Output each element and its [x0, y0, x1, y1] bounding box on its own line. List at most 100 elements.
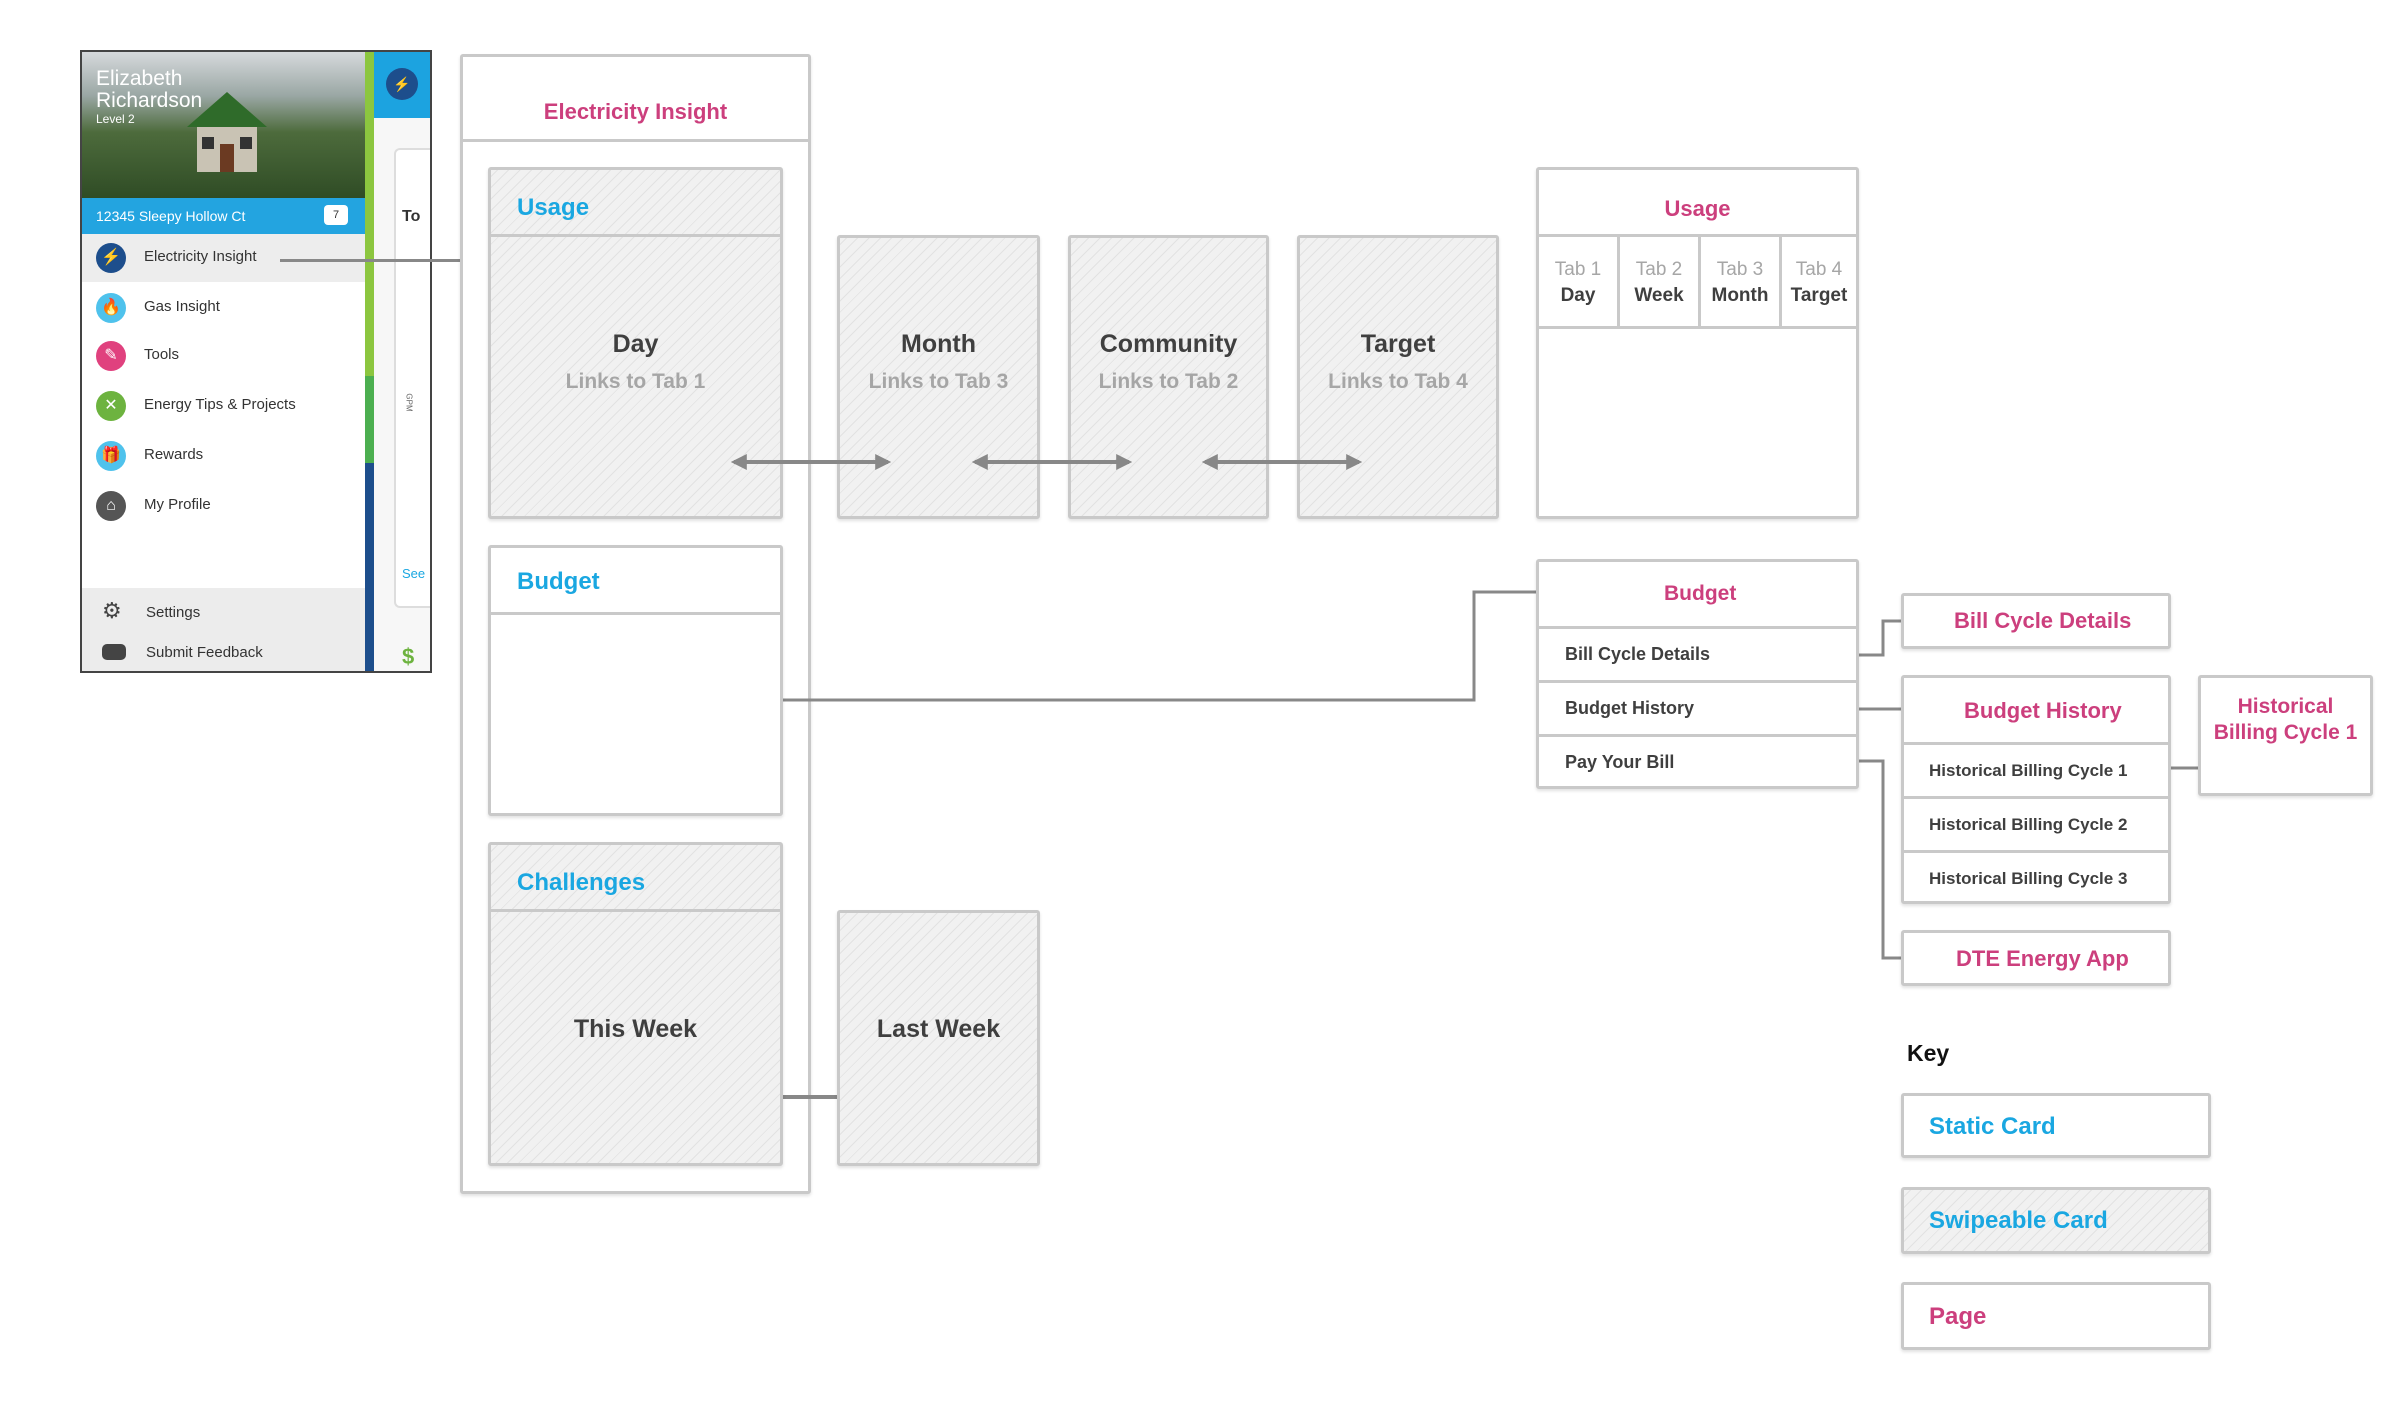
home-icon: ⌂: [96, 491, 126, 521]
key-static-card: Static Card: [1901, 1093, 2211, 1158]
menu-item-my-profile[interactable]: ⌂ My Profile: [82, 482, 365, 530]
target-card[interactable]: Target Links to Tab 4: [1297, 235, 1499, 519]
tab-3[interactable]: Tab 3 Month: [1701, 237, 1782, 326]
gauge-label: GPM: [404, 393, 414, 412]
tab-2[interactable]: Tab 2 Week: [1620, 237, 1701, 326]
budget-row-bill-cycle[interactable]: Bill Cycle Details: [1539, 626, 1856, 683]
menu-item-energy-tips[interactable]: ✕ Energy Tips & Projects: [82, 382, 365, 430]
key-label: Page: [1929, 1303, 1987, 1330]
menu-item-label: Electricity Insight: [144, 248, 257, 265]
budget-history-page: Budget History Historical Billing Cycle …: [1901, 675, 2171, 904]
flame-icon: 🔥: [96, 293, 126, 323]
see-link[interactable]: See: [402, 566, 425, 581]
day-card-link[interactable]: Links to Tab 1: [491, 370, 780, 394]
tools-icon: ✕: [96, 391, 126, 421]
menu-item-electricity-insight[interactable]: ⚡ Electricity Insight: [82, 234, 365, 282]
month-card[interactable]: Month Links to Tab 3: [837, 235, 1040, 519]
row-label: Historical Billing Cycle 1: [1929, 761, 2128, 780]
history-row-3[interactable]: Historical Billing Cycle 3: [1904, 850, 2168, 904]
page-title: Budget History: [1964, 698, 2122, 723]
phone-menu-screenshot: Elizabeth Richardson Level 2 12345 Sleep…: [80, 50, 432, 673]
dte-energy-app-page: DTE Energy App: [1901, 930, 2171, 986]
speech-bubble-icon: [102, 644, 126, 660]
historical-billing-cycle-page: Historical Billing Cycle 1: [2198, 675, 2373, 796]
card-link[interactable]: Links to Tab 2: [1071, 370, 1266, 394]
row-label: Historical Billing Cycle 2: [1929, 815, 2128, 834]
menu-footer: ⚙ Settings Submit Feedback: [82, 588, 365, 671]
key-label: Static Card: [1929, 1113, 2056, 1140]
tab-label: Month: [1711, 285, 1769, 306]
bill-cycle-details-page: Bill Cycle Details: [1901, 593, 2171, 649]
budget-page: Budget Bill Cycle Details Budget History…: [1536, 559, 1859, 789]
card-link[interactable]: Links to Tab 3: [840, 370, 1037, 394]
divider: [491, 612, 780, 615]
row-label: Historical Billing Cycle 3: [1929, 869, 2128, 888]
page-title: Bill Cycle Details: [1954, 608, 2132, 633]
tab-number: Tab 1: [1554, 259, 1602, 280]
address-text: 12345 Sleepy Hollow Ct: [96, 208, 246, 224]
page-title: Budget: [1664, 582, 1737, 605]
divider: [491, 234, 780, 237]
menu-item-label: Gas Insight: [144, 298, 220, 315]
menu-item-label: Rewards: [144, 446, 204, 463]
header-image: Elizabeth Richardson Level 2: [82, 52, 365, 198]
menu-item-gas-insight[interactable]: 🔥 Gas Insight: [82, 284, 365, 332]
dollar-icon: $: [402, 644, 415, 669]
row-label: Pay Your Bill: [1565, 752, 1675, 772]
menu-item-label: Energy Tips & Projects: [144, 396, 296, 413]
tab-number: Tab 4: [1795, 259, 1843, 280]
page-title: Usage: [1664, 196, 1731, 221]
card-title: Challenges: [517, 869, 646, 896]
last-week-card[interactable]: Last Week: [837, 910, 1040, 1166]
card-title: Month: [901, 330, 976, 358]
color-strip: [365, 52, 374, 671]
key-swipeable-card: Swipeable Card: [1901, 1187, 2211, 1254]
user-level: Level 2: [96, 112, 135, 126]
menu-item-settings[interactable]: ⚙ Settings: [82, 594, 365, 630]
key-label: Swipeable Card: [1929, 1207, 2108, 1234]
page-title: Electricity Insight: [543, 99, 728, 124]
usage-card[interactable]: Usage Day Links to Tab 1: [488, 167, 783, 519]
tab-label: Day: [1560, 285, 1596, 306]
budget-row-pay-bill[interactable]: Pay Your Bill: [1539, 734, 1856, 789]
user-first-name: Elizabeth: [96, 67, 183, 90]
menu-item-label: My Profile: [144, 496, 211, 513]
key-page: Page: [1901, 1282, 2211, 1350]
menu-item-submit-feedback[interactable]: Submit Feedback: [82, 634, 365, 670]
title-line-1: Historical: [2237, 695, 2334, 718]
divider: [491, 909, 780, 912]
menu-item-rewards[interactable]: 🎁 Rewards: [82, 432, 365, 480]
row-label: Bill Cycle Details: [1565, 644, 1711, 664]
peek-card-title: To: [402, 208, 421, 225]
title-line-2: Billing Cycle 1: [2213, 721, 2358, 744]
budget-row-history[interactable]: Budget History: [1539, 680, 1856, 737]
card-title: Community: [1099, 330, 1238, 358]
plug-icon: ✎: [96, 341, 126, 371]
settings-label: Settings: [146, 604, 201, 621]
tab-bar: Tab 1 Day Tab 2 Week Tab 3 Month Tab 4 T…: [1539, 234, 1856, 329]
divider: [463, 139, 808, 142]
tab-4[interactable]: Tab 4 Target: [1782, 237, 1856, 326]
user-last-name: Richardson: [96, 89, 203, 112]
menu-item-tools[interactable]: ✎ Tools: [82, 332, 365, 380]
card-title: Target: [1360, 330, 1436, 358]
card-link[interactable]: Links to Tab 4: [1300, 370, 1496, 394]
budget-card[interactable]: Budget: [488, 545, 783, 816]
address-bar[interactable]: 12345 Sleepy Hollow Ct 7: [82, 198, 365, 234]
history-row-2[interactable]: Historical Billing Cycle 2: [1904, 796, 2168, 853]
notification-badge[interactable]: 7: [324, 205, 348, 225]
community-card[interactable]: Community Links to Tab 2: [1068, 235, 1269, 519]
day-card-title: Day: [612, 330, 659, 358]
tab-1[interactable]: Tab 1 Day: [1539, 237, 1620, 326]
challenges-card[interactable]: Challenges This Week: [488, 842, 783, 1166]
tab-label: Target: [1790, 285, 1848, 306]
row-label: Budget History: [1565, 698, 1695, 718]
key-title: Key: [1907, 1040, 1950, 1066]
page-title: Historical Billing Cycle 1: [2201, 694, 2370, 746]
tab-label: Week: [1634, 285, 1684, 306]
this-week-title: This Week: [573, 1015, 698, 1043]
card-title: Last Week: [876, 1015, 1001, 1043]
gear-icon: ⚙: [102, 598, 122, 623]
menu-item-label: Tools: [144, 346, 180, 363]
history-row-1[interactable]: Historical Billing Cycle 1: [1904, 742, 2168, 799]
